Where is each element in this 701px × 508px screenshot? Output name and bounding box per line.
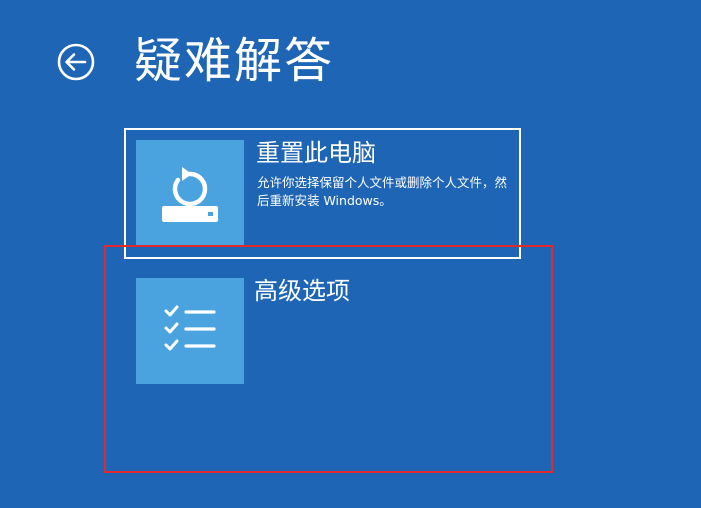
page-title: 疑难解答: [134, 33, 335, 89]
reset-pc-option[interactable]: 重置此电脑 允许你选择保留个人文件或删除个人文件，然后重新安装 Windows。: [124, 128, 521, 259]
advanced-options-title: 高级选项: [254, 277, 350, 305]
reset-pc-title: 重置此电脑: [256, 139, 376, 167]
back-button[interactable]: [56, 42, 96, 82]
reset-pc-description: 允许你选择保留个人文件或删除个人文件，然后重新安装 Windows。: [257, 175, 508, 208]
back-arrow-icon: [56, 42, 96, 82]
advanced-options-option[interactable]: 高级选项: [124, 268, 521, 399]
reset-pc-tile: [136, 140, 244, 246]
advanced-options-tile: [136, 278, 244, 384]
